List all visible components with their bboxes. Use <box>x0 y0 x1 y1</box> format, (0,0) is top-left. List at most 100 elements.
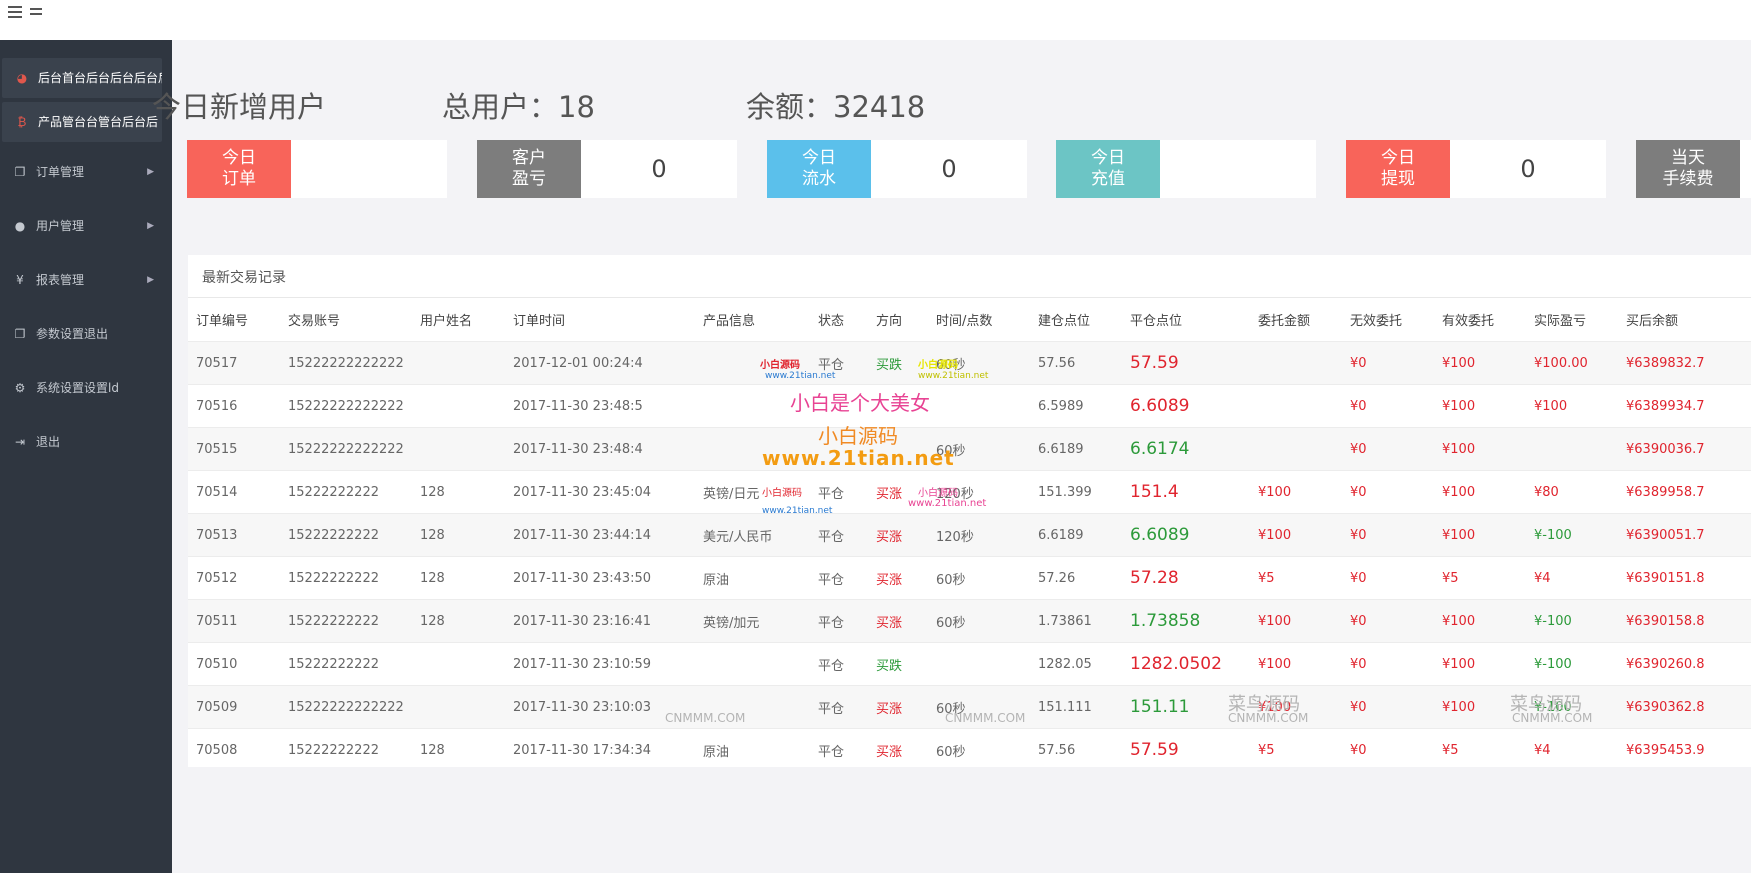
hamburger-icon[interactable] <box>6 4 46 20</box>
cell-name: 128 <box>412 556 505 600</box>
cell-balance: ¥6389958.7 <box>1618 470 1751 514</box>
sidebar-item-label: 用户管理 <box>36 219 85 233</box>
table-row[interactable]: 70509 15222222222222 2017-11-30 23:10:03 平仓… <box>188 685 1751 729</box>
total-balance-stat: 余额：32418 <box>746 90 926 124</box>
cell-product <box>695 341 810 385</box>
sidebar: ◕ 后台首台后台后台后台后 ₿ 产品管台台管台后台后 ❐ 订单管理 ▶ ● 用户管理 ▶ ¥ 报表管理… <box>0 40 172 873</box>
cell-id: 70513 <box>188 513 280 557</box>
cell-id: 70515 <box>188 427 280 471</box>
stat-card-0: 今日 订单 <box>187 140 447 198</box>
stat-card-1: 客户 盈亏 0 <box>477 140 737 198</box>
cell-product: 英镑/日元 <box>695 470 810 514</box>
cell-invalid: ¥0 <box>1342 384 1434 428</box>
cell-duration: 60秒 <box>928 427 1030 471</box>
sidebar-item-6[interactable]: ⚙ 系统设置设置ld <box>0 368 172 408</box>
column-header: 时间/点数 <box>936 314 993 329</box>
column-header: 订单时间 <box>513 314 566 329</box>
cell-status: 平仓 <box>810 685 868 729</box>
table-row[interactable]: 70517 15222222222222 2017-12-01 00:24:4 平仓买… <box>188 341 1751 385</box>
cell-amount: ¥100 <box>1250 685 1342 729</box>
sidebar-item-0[interactable]: ◕ 后台首台后台后台后台后 <box>2 58 162 98</box>
cell-time: 2017-11-30 23:48:5 <box>505 384 695 428</box>
stat-card-value <box>1740 140 1751 198</box>
cell-duration: 60秒 <box>928 341 1030 385</box>
cell-product: 原油 <box>695 556 810 600</box>
top-bar <box>0 0 1751 40</box>
cell-name <box>412 685 505 729</box>
cell-account: 15222222222 <box>280 728 412 771</box>
sidebar-item-label: 系统设置设置ld <box>36 381 119 395</box>
table-header-row: 订单编号 交易账号 用户姓名 订单时间 产品信息 状态 方向 时间/点数 建仓点位 平仓点位 委托金… <box>188 298 1751 342</box>
sidebar-item-2[interactable]: ❐ 订单管理 ▶ <box>0 152 172 192</box>
table-row[interactable]: 70512 15222222222 128 2017-11-30 23:43:50 原油… <box>188 556 1751 600</box>
cell-status: 平仓 <box>810 642 868 686</box>
cell-invalid: ¥0 <box>1342 728 1434 771</box>
cell-valid: ¥100 <box>1434 341 1526 385</box>
cell-dir: 买涨 <box>868 728 928 771</box>
cell-dir: 买跌 <box>868 642 928 686</box>
stat-card-label: 今日 流水 <box>767 140 871 198</box>
cell-status: 平仓 <box>810 341 868 385</box>
cell-valid: ¥5 <box>1434 556 1526 600</box>
cell-open: 151.111 <box>1030 685 1122 729</box>
cell-time: 2017-11-30 23:48:4 <box>505 427 695 471</box>
chevron-right-icon: ▶ <box>147 221 154 231</box>
column-header: 买后余额 <box>1626 314 1679 329</box>
table-row[interactable]: 70514 15222222222 128 2017-11-30 23:45:04 英镑… <box>188 470 1751 514</box>
cell-name <box>412 341 505 385</box>
cell-product: 美元/人民币 <box>695 513 810 557</box>
cell-open: 6.6189 <box>1030 427 1122 471</box>
cell-status: 平仓 <box>810 599 868 643</box>
cell-time: 2017-11-30 17:34:34 <box>505 728 695 771</box>
table-row[interactable]: 70516 15222222222222 2017-11-30 23:48:5 6.5… <box>188 384 1751 428</box>
stat-card-value: 0 <box>941 155 957 183</box>
cell-close: 1.73858 <box>1122 599 1250 643</box>
cell-amount: ¥100 <box>1250 642 1342 686</box>
cell-close: 6.6089 <box>1122 513 1250 557</box>
cell-pl: ¥-100 <box>1526 513 1618 557</box>
cell-invalid: ¥0 <box>1342 556 1434 600</box>
cell-close: 6.6174 <box>1122 427 1250 471</box>
cell-pl: ¥-100 <box>1526 685 1618 729</box>
cell-name: 128 <box>412 513 505 557</box>
cell-id: 70514 <box>188 470 280 514</box>
column-header: 平仓点位 <box>1130 314 1183 329</box>
sidebar-item-label: 后台首台后台后台后台后 <box>38 71 162 85</box>
cell-amount: ¥5 <box>1250 556 1342 600</box>
cell-invalid: ¥0 <box>1342 341 1434 385</box>
cell-open: 1282.05 <box>1030 642 1122 686</box>
cell-close: 57.28 <box>1122 556 1250 600</box>
table-row[interactable]: 70511 15222222222 128 2017-11-30 23:16:41 英镑… <box>188 599 1751 643</box>
cell-time: 2017-11-30 23:44:14 <box>505 513 695 557</box>
cell-close: 151.11 <box>1122 685 1250 729</box>
cell-account: 15222222222 <box>280 556 412 600</box>
sidebar-item-5[interactable]: ❐ 参数设置退出 <box>0 314 172 354</box>
sidebar-item-3[interactable]: ● 用户管理 ▶ <box>0 206 172 246</box>
table-row[interactable]: 70513 15222222222 128 2017-11-30 23:44:14 美元… <box>188 513 1751 557</box>
cell-id: 70509 <box>188 685 280 729</box>
cell-dir: 买涨 <box>868 599 928 643</box>
cell-close: 57.59 <box>1122 728 1250 771</box>
cell-status: 平仓 <box>810 728 868 771</box>
cell-id: 70510 <box>188 642 280 686</box>
cell-valid: ¥100 <box>1434 470 1526 514</box>
table-row[interactable]: 70515 15222222222222 2017-11-30 23:48:4 60秒… <box>188 427 1751 471</box>
sidebar-item-1[interactable]: ₿ 产品管台台管台后台后 <box>2 102 162 142</box>
cell-duration: 60秒 <box>928 599 1030 643</box>
table-row[interactable]: 70508 15222222222 128 2017-11-30 17:34:34 原油… <box>188 728 1751 771</box>
sidebar-item-4[interactable]: ¥ 报表管理 ▶ <box>0 260 172 300</box>
cell-name: 128 <box>412 728 505 771</box>
table-row[interactable]: 70510 15222222222 2017-11-30 23:10:59 平仓 买跌 1… <box>188 642 1751 686</box>
cell-dir: 买涨 <box>868 556 928 600</box>
cell-id: 70516 <box>188 384 280 428</box>
sidebar-item-7[interactable]: ⇥ 退出 <box>0 422 172 462</box>
stat-card-value: 0 <box>1520 155 1536 183</box>
cell-balance: ¥6390260.8 <box>1618 642 1751 686</box>
cell-account: 15222222222222 <box>280 685 412 729</box>
cell-open: 6.5989 <box>1030 384 1122 428</box>
cell-account: 15222222222 <box>280 599 412 643</box>
cell-status <box>810 427 868 471</box>
cell-time: 2017-11-30 23:45:04 <box>505 470 695 514</box>
cell-valid: ¥100 <box>1434 599 1526 643</box>
cell-amount: ¥100 <box>1250 513 1342 557</box>
